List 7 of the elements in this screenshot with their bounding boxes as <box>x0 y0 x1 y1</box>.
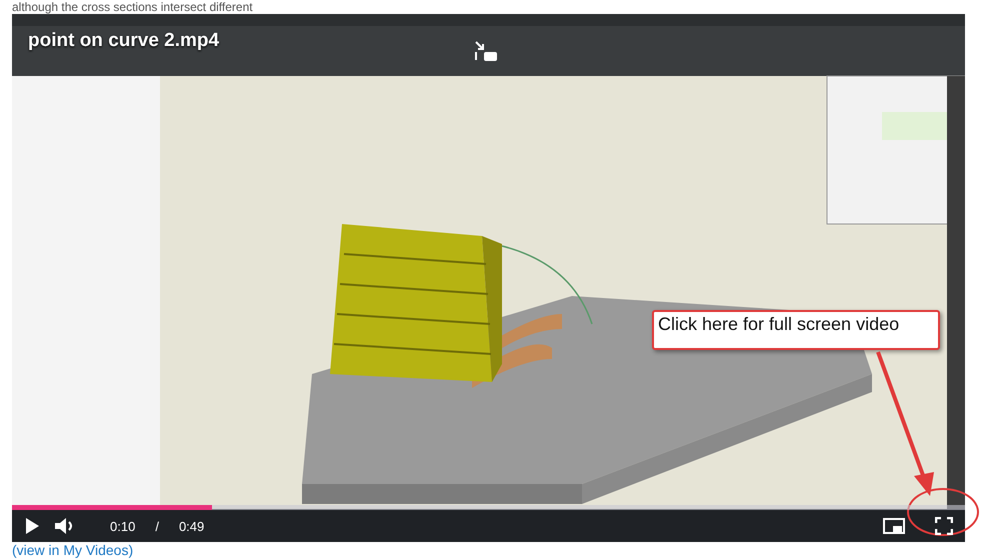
duration: 0:49 <box>178 518 204 534</box>
time-separator: / <box>155 518 159 534</box>
video-title: point on curve 2.mp4 <box>28 30 220 52</box>
current-time: 0:10 <box>110 518 136 534</box>
intro-text: although the cross sections intersect different <box>12 0 254 14</box>
annotation-callout: Click here for full screen video <box>652 310 940 350</box>
videos-link[interactable]: (view in My Videos) <box>12 543 134 557</box>
